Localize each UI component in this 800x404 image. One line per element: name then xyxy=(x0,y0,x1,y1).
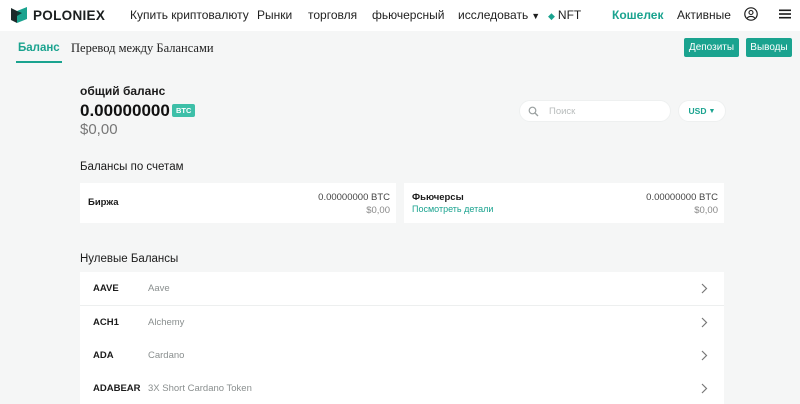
tab-balance[interactable]: Баланс xyxy=(16,42,62,63)
table-row[interactable]: ADABEAR 3X Short Cardano Token xyxy=(80,372,724,404)
view-details-link[interactable]: Посмотреть детали xyxy=(412,204,493,214)
account-btc-balance: 0.00000000 BTC xyxy=(318,192,390,203)
coin-ticker: AAVE xyxy=(93,283,119,294)
zero-balances-title: Нулевые Балансы xyxy=(80,253,179,265)
table-row[interactable]: AAVE Aave xyxy=(80,272,724,306)
search-box xyxy=(519,100,671,122)
user-account-icon[interactable] xyxy=(744,7,758,21)
chevron-right-icon xyxy=(701,350,708,361)
diamond-icon: ◆ xyxy=(548,11,555,21)
nav-nft-label: NFT xyxy=(557,8,582,22)
nav-futures[interactable]: фьючерсный xyxy=(372,8,444,22)
account-card-exchange: Биржа 0.00000000 BTC $0,00 xyxy=(80,183,396,223)
deposit-button[interactable]: Депозиты xyxy=(684,38,739,57)
chevron-right-icon xyxy=(701,283,708,294)
account-card-futures: Фьючерсы Посмотреть детали 0.00000000 BT… xyxy=(404,183,724,223)
coin-ticker: ADA xyxy=(93,350,114,361)
coin-ticker: ADABEAR xyxy=(93,383,141,394)
coin-name: Cardano xyxy=(148,350,185,361)
brand-name: POLONIEX xyxy=(33,7,106,23)
chevron-right-icon xyxy=(701,383,708,394)
chevron-down-icon: ▼ xyxy=(531,11,541,21)
search-icon xyxy=(528,106,539,116)
coin-name: Aave xyxy=(148,283,170,294)
coin-name: Alchemy xyxy=(148,317,185,328)
table-row[interactable]: ADA Cardano xyxy=(80,339,724,373)
account-name: Фьючерсы xyxy=(412,192,464,203)
coin-name: 3X Short Cardano Token xyxy=(148,383,252,394)
chevron-right-icon xyxy=(701,317,708,328)
poloniex-logo-icon xyxy=(11,7,27,23)
total-balance-usd: $0,00 xyxy=(80,121,118,138)
total-balance-amount: 0.00000000 xyxy=(80,101,170,120)
tab-transfer-between-balances[interactable]: Перевод между Балансами xyxy=(71,41,214,56)
top-navbar: POLONIEX Купить криптовалюту Рынки торго… xyxy=(0,0,800,31)
total-balance-label: общий баланс xyxy=(80,84,166,98)
wallet-tabs-bar: Баланс Перевод между Балансами xyxy=(0,31,800,65)
coin-ticker: ACH1 xyxy=(93,317,119,328)
nav-explore-label: исследовать xyxy=(458,8,529,22)
account-usd-balance: $0,00 xyxy=(366,205,390,216)
nav-orders[interactable]: Активные xyxy=(677,8,731,22)
table-row[interactable]: ACH1 Alchemy xyxy=(80,306,724,340)
account-usd-balance: $0,00 xyxy=(694,205,718,216)
nav-buy-crypto[interactable]: Купить криптовалюту xyxy=(130,8,249,22)
search-input[interactable] xyxy=(547,104,661,118)
nav-nft[interactable]: ◆ NFT xyxy=(548,8,581,22)
account-btc-balance: 0.00000000 BTC xyxy=(646,192,718,203)
nav-trade[interactable]: торговля xyxy=(308,8,357,22)
account-name: Биржа xyxy=(88,197,119,208)
currency-select[interactable]: USD ▼ xyxy=(678,100,726,122)
withdraw-button[interactable]: Выводы xyxy=(746,38,792,57)
currency-select-value: USD xyxy=(688,106,707,116)
caret-down-icon: ▼ xyxy=(708,107,716,115)
currency-badge: BTC xyxy=(172,104,196,117)
nav-explore[interactable]: исследовать ▼ xyxy=(458,8,540,22)
accounts-section-title: Балансы по счетам xyxy=(80,161,184,173)
nav-markets[interactable]: Рынки xyxy=(257,8,292,22)
hamburger-menu-icon[interactable] xyxy=(778,7,792,21)
nav-wallet[interactable]: Кошелек xyxy=(612,8,663,22)
brand-logo[interactable]: POLONIEX xyxy=(11,7,105,23)
